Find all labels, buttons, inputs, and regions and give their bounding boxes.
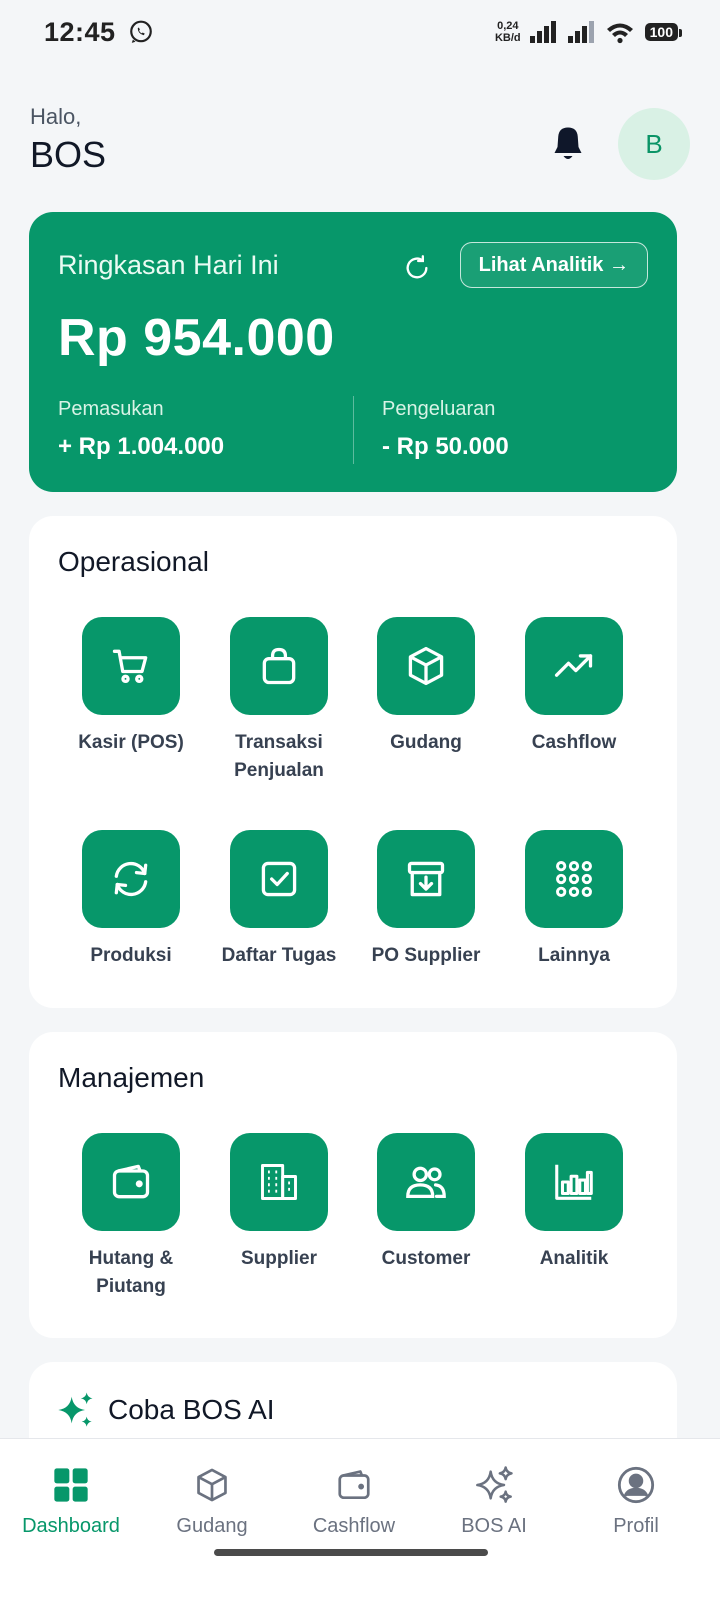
income-label: Pemasukan xyxy=(58,398,164,420)
tile-customer[interactable]: Customer xyxy=(352,1133,500,1273)
whatsapp-icon xyxy=(129,20,152,43)
box-icon xyxy=(190,1463,234,1507)
username-text: BOS xyxy=(30,134,107,175)
grid-dots-icon[interactable] xyxy=(525,830,623,928)
nav-label: Gudang xyxy=(176,1515,248,1537)
users-icon[interactable] xyxy=(377,1133,475,1231)
tile-transaksi-penjualan[interactable]: Transaksi Penjualan xyxy=(205,617,353,785)
tile-label: PO Supplier xyxy=(371,945,481,966)
summary-card: Ringkasan Hari Ini Lihat Analitik → Rp 9… xyxy=(29,212,677,492)
bar-chart-icon[interactable] xyxy=(525,1133,623,1231)
greeting-text: Halo, xyxy=(30,104,82,129)
tile-label: Transaksi Penjualan xyxy=(234,732,324,781)
tile-label: Cashflow xyxy=(531,732,617,753)
refresh-icon[interactable] xyxy=(403,254,431,282)
nav-dashboard[interactable]: Dashboard xyxy=(0,1463,143,1538)
expense-stat: Pengeluaran - Rp 50.000 xyxy=(382,398,509,461)
income-value: + Rp 1.004.000 xyxy=(58,433,225,460)
nav-label: Profil xyxy=(613,1515,659,1537)
tile-supplier[interactable]: Supplier xyxy=(205,1133,353,1273)
home-indicator xyxy=(214,1549,488,1556)
archive-icon[interactable] xyxy=(377,830,475,928)
income-stat: Pemasukan + Rp 1.004.000 xyxy=(58,398,224,461)
nav-label: Dashboard xyxy=(22,1515,120,1537)
wallet-icon[interactable] xyxy=(82,1133,180,1231)
nav-profil[interactable]: Profil xyxy=(564,1463,708,1538)
profile-icon xyxy=(614,1463,658,1507)
view-analytics-button[interactable]: Lihat Analitik → xyxy=(459,242,648,288)
cart-icon[interactable] xyxy=(82,617,180,715)
tile-po-supplier[interactable]: PO Supplier xyxy=(352,830,500,970)
sparkle-icon xyxy=(58,1392,93,1427)
battery-indicator: 100 xyxy=(644,23,683,41)
summary-amount: Rp 954.000 xyxy=(58,309,335,367)
status-right: 0,24 KB/d 100 xyxy=(495,20,683,44)
dashboard-icon xyxy=(49,1463,93,1507)
operasional-panel: Operasional Kasir (POS) Transaksi Penjua… xyxy=(29,516,677,1008)
tile-daftar-tugas[interactable]: Daftar Tugas xyxy=(205,830,353,970)
tile-label: Supplier xyxy=(240,1248,317,1269)
bottom-nav: Dashboard Gudang Cashflow BOS AI Profil xyxy=(0,1438,720,1600)
building-icon[interactable] xyxy=(230,1133,328,1231)
nav-bos-ai[interactable]: BOS AI xyxy=(422,1463,566,1538)
tile-hutang-piutang[interactable]: Hutang & Piutang xyxy=(57,1133,205,1301)
expense-value: - Rp 50.000 xyxy=(382,433,509,460)
tile-lainnya[interactable]: Lainnya xyxy=(500,830,648,970)
tile-label: Customer xyxy=(381,1248,471,1269)
nav-label: Cashflow xyxy=(312,1515,396,1537)
manajemen-panel: Manajemen Hutang & Piutang Supplier Cust… xyxy=(29,1032,677,1338)
tile-label: Gudang xyxy=(390,732,462,753)
manajemen-title: Manajemen xyxy=(58,1062,205,1093)
tile-label: Produksi xyxy=(90,945,172,966)
signal-2-icon xyxy=(567,21,594,43)
tile-label: Analitik xyxy=(539,1248,609,1269)
tile-gudang[interactable]: Gudang xyxy=(352,617,500,757)
wallet-icon xyxy=(332,1463,376,1507)
status-bar: 12:45 0,24 KB/d 100 xyxy=(0,0,720,64)
checkbox-icon[interactable] xyxy=(230,830,328,928)
header: Halo, BOS B xyxy=(30,104,690,184)
nav-cashflow[interactable]: Cashflow xyxy=(282,1463,426,1538)
ai-promo-title: Coba BOS AI xyxy=(108,1394,275,1425)
tile-analitik[interactable]: Analitik xyxy=(500,1133,648,1273)
tile-kasir-pos[interactable]: Kasir (POS) xyxy=(57,617,205,757)
tile-cashflow[interactable]: Cashflow xyxy=(500,617,648,757)
box-icon[interactable] xyxy=(377,617,475,715)
trending-up-icon[interactable] xyxy=(525,617,623,715)
tile-label: Kasir (POS) xyxy=(78,732,184,753)
tile-label: Daftar Tugas xyxy=(221,945,337,966)
network-speed-unit: KB/d xyxy=(494,32,521,44)
notification-bell-icon[interactable] xyxy=(550,124,586,164)
clock: 12:45 xyxy=(44,16,116,47)
nav-gudang[interactable]: Gudang xyxy=(140,1463,284,1538)
network-speed: 0,24 KB/d xyxy=(495,20,521,44)
cycle-icon[interactable] xyxy=(82,830,180,928)
avatar[interactable]: B xyxy=(618,108,690,180)
shopping-bag-icon[interactable] xyxy=(230,617,328,715)
tile-label: Hutang & Piutang xyxy=(88,1248,174,1297)
sparkle-icon xyxy=(472,1463,516,1507)
network-speed-value: 0,24 xyxy=(497,20,519,32)
summary-title: Ringkasan Hari Ini xyxy=(58,250,279,280)
signal-icon xyxy=(529,21,556,43)
status-left: 12:45 xyxy=(44,17,154,48)
expense-label: Pengeluaran xyxy=(382,398,496,420)
tile-label: Lainnya xyxy=(538,945,610,966)
wifi-icon xyxy=(606,23,633,44)
operasional-title: Operasional xyxy=(58,546,209,577)
summary-divider xyxy=(353,396,354,464)
tile-produksi[interactable]: Produksi xyxy=(57,830,205,970)
nav-label: BOS AI xyxy=(461,1515,527,1537)
